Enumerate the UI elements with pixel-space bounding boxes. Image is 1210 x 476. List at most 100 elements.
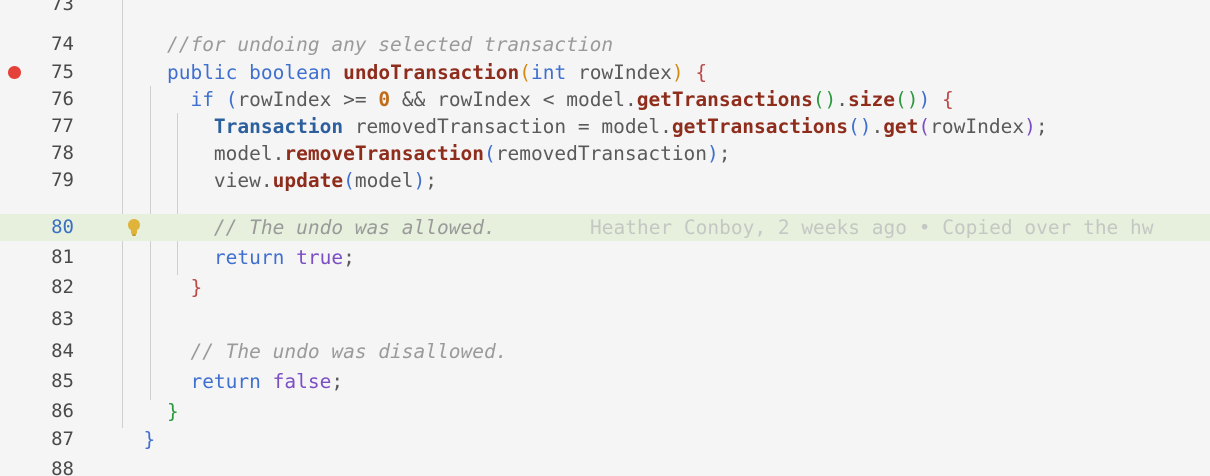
line-number: 82	[51, 276, 74, 298]
semicolon: ;	[425, 169, 438, 192]
argument: removedTransaction	[495, 142, 708, 165]
code-line-84: 84 // The undo was disallowed.	[0, 338, 1210, 365]
keyword: true	[296, 246, 344, 269]
comment: // The undo was disallowed.	[190, 340, 508, 363]
line-number: 83	[51, 308, 74, 330]
code-text[interactable]: if (rowIndex >= 0 && rowIndex < model.ge…	[120, 86, 953, 113]
gutter[interactable]: 78	[0, 140, 120, 167]
gutter[interactable]: 85	[0, 368, 120, 395]
paren: ()	[812, 88, 837, 111]
paren: (	[483, 142, 496, 165]
code-text[interactable]: public boolean undoTransaction(int rowIn…	[120, 59, 707, 86]
gutter[interactable]: 87	[0, 426, 120, 453]
keyword: int	[530, 61, 567, 84]
code-line-79: 79 view.update(model);	[0, 167, 1210, 194]
gutter[interactable]: 77	[0, 113, 120, 140]
keyword: boolean	[249, 61, 332, 84]
keyword: return	[190, 370, 261, 393]
line-number: 85	[51, 370, 74, 392]
brace: {	[695, 61, 708, 84]
git-blame-annotation: Heather Conboy, 2 weeks ago • Copied ove…	[590, 216, 1154, 239]
line-number: 80	[51, 216, 74, 238]
code-line-88: 88	[0, 456, 1210, 476]
operator: <	[542, 88, 555, 111]
object: model.	[601, 115, 672, 138]
gutter[interactable]: 83	[0, 306, 120, 333]
method-name: undoTransaction	[343, 61, 520, 84]
paren: ()	[847, 115, 872, 138]
line-number: 74	[51, 33, 74, 55]
gutter[interactable]: 80	[0, 214, 120, 241]
semicolon: ;	[343, 246, 355, 269]
variable: rowIndex	[237, 88, 332, 111]
code-text[interactable]: }	[120, 426, 155, 453]
code-text[interactable]: Transaction removedTransaction = model.g…	[120, 113, 1048, 140]
method-call: getTransactions	[636, 88, 813, 111]
paren: )	[413, 169, 426, 192]
keyword: return	[213, 246, 285, 269]
code-line-73: 73	[0, 0, 1210, 18]
gutter[interactable]: 84	[0, 338, 120, 365]
line-number: 77	[51, 115, 74, 137]
object: model.	[213, 142, 285, 165]
breakpoint-dot-icon[interactable]	[8, 66, 21, 79]
code-text[interactable]: model.removeTransaction(removedTransacti…	[120, 140, 731, 167]
semicolon: ;	[718, 142, 731, 165]
line-number: 78	[51, 142, 74, 164]
parameter: rowIndex	[577, 61, 672, 84]
gutter[interactable]: 76	[0, 86, 120, 113]
code-line-80: 80 // The undo was allowed. Heather Conb…	[0, 214, 1210, 241]
line-number: 81	[51, 246, 74, 268]
gutter[interactable]: 82	[0, 274, 120, 301]
code-editor[interactable]: 73 74 //for undoing any selected transac…	[0, 0, 1210, 476]
comment: // The undo was allowed.	[213, 216, 496, 239]
object: view.	[213, 169, 273, 192]
semicolon: ;	[331, 370, 344, 393]
dot: .	[836, 88, 849, 111]
code-text[interactable]: view.update(model);	[120, 167, 437, 194]
line-number: 84	[51, 340, 74, 362]
code-text[interactable]: //for undoing any selected transaction	[120, 31, 613, 58]
paren: (	[918, 115, 931, 138]
method-call: removeTransaction	[284, 142, 484, 165]
paren: (	[519, 61, 531, 84]
brace: }	[143, 428, 156, 451]
line-number: 73	[51, 0, 74, 15]
gutter[interactable]: 73	[0, 0, 120, 18]
code-text[interactable]: // The undo was disallowed.	[120, 338, 507, 365]
gutter[interactable]: 88	[0, 456, 120, 476]
method-call: getTransactions	[671, 115, 848, 138]
paren: )	[1024, 115, 1036, 138]
code-text[interactable]: }	[120, 398, 179, 425]
gutter[interactable]: 86	[0, 398, 120, 425]
code-line-76: 76 if (rowIndex >= 0 && rowIndex < model…	[0, 86, 1210, 113]
argument: model	[354, 169, 414, 192]
dot: .	[871, 115, 884, 138]
gutter[interactable]: 79	[0, 167, 120, 194]
paren: ()	[895, 88, 919, 111]
code-line-85: 85 return false;	[0, 368, 1210, 395]
operator: =	[577, 115, 590, 138]
gutter[interactable]: 81	[0, 244, 120, 271]
paren: )	[707, 142, 719, 165]
method-call: size	[848, 88, 896, 111]
operator: &&	[401, 88, 426, 111]
type-name: Transaction	[213, 115, 344, 138]
variable: removedTransaction	[354, 115, 567, 138]
code-text[interactable]: return false;	[120, 368, 343, 395]
argument: rowIndex	[930, 115, 1025, 138]
gutter[interactable]: 75	[0, 59, 120, 86]
code-text[interactable]: return true;	[120, 244, 355, 271]
code-text[interactable]: // The undo was allowed.	[120, 214, 496, 241]
brace: }	[190, 276, 203, 299]
line-number: 86	[51, 400, 74, 422]
gutter[interactable]: 74	[0, 31, 120, 58]
code-line-77: 77 Transaction removedTransaction = mode…	[0, 113, 1210, 140]
semicolon: ;	[1035, 115, 1048, 138]
paren: (	[225, 88, 238, 111]
code-line-82: 82 }	[0, 274, 1210, 301]
keyword: public	[166, 61, 238, 84]
code-text[interactable]: }	[120, 274, 202, 301]
line-number: 88	[51, 458, 74, 476]
line-number: 87	[51, 428, 74, 450]
